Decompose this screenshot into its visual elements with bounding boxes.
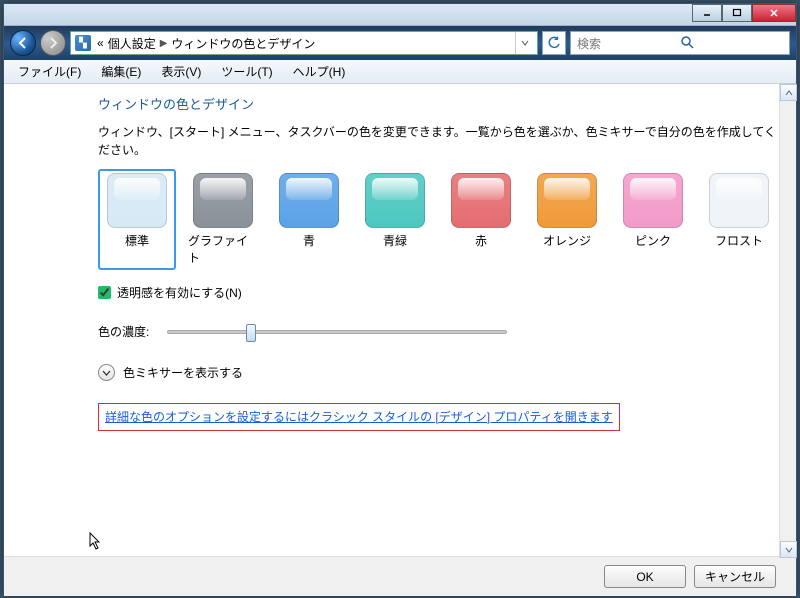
swatch-label: ピンク bbox=[635, 232, 671, 249]
menu-bar: ファイル(F) 編集(E) 表示(V) ツール(T) ヘルプ(H) bbox=[4, 60, 796, 84]
chevron-right-icon: ▶ bbox=[160, 38, 168, 49]
swatch-color-box bbox=[451, 173, 511, 228]
back-button[interactable] bbox=[10, 30, 36, 56]
intensity-label: 色の濃度: bbox=[98, 323, 149, 340]
transparency-checkbox[interactable] bbox=[98, 286, 111, 299]
color-swatch[interactable]: オレンジ bbox=[528, 169, 606, 270]
maximize-button[interactable] bbox=[722, 4, 752, 22]
slider-thumb[interactable] bbox=[246, 324, 256, 342]
search-icon[interactable] bbox=[680, 35, 783, 52]
swatch-label: 標準 bbox=[125, 232, 149, 249]
color-swatch[interactable]: フロスト bbox=[700, 169, 778, 270]
minimize-button[interactable] bbox=[692, 4, 722, 22]
swatch-label: 赤 bbox=[475, 232, 487, 249]
menu-file[interactable]: ファイル(F) bbox=[10, 61, 89, 82]
advanced-link-highlight: 詳細な色のオプションを設定するにはクラシック スタイルの [デザイン] プロパテ… bbox=[98, 403, 620, 431]
search-input[interactable]: 検索 bbox=[570, 31, 790, 55]
vertical-scrollbar[interactable] bbox=[779, 84, 796, 558]
swatch-color-box bbox=[623, 173, 683, 228]
transparency-row: 透明感を有効にする(N) bbox=[98, 284, 782, 301]
color-swatch[interactable]: 青緑 bbox=[356, 169, 434, 270]
swatch-color-box bbox=[365, 173, 425, 228]
scroll-down-button[interactable] bbox=[780, 541, 797, 558]
swatch-label: オレンジ bbox=[543, 232, 591, 249]
swatch-label: 青 bbox=[303, 232, 315, 249]
page-description: ウィンドウ、[スタート] メニュー、タスクバーの色を変更できます。一覧から色を選… bbox=[98, 123, 782, 159]
color-swatch-grid: 標準 グラファイト 青 青緑 赤 オレンジ ピンク フロスト bbox=[98, 169, 782, 270]
control-panel-icon: ▚ bbox=[75, 35, 91, 51]
swatch-color-box bbox=[279, 173, 339, 228]
close-button[interactable] bbox=[752, 4, 796, 22]
scroll-up-button[interactable] bbox=[780, 84, 797, 101]
swatch-label: 青緑 bbox=[383, 232, 407, 249]
advanced-options-link[interactable]: 詳細な色のオプションを設定するにはクラシック スタイルの [デザイン] プロパテ… bbox=[105, 410, 613, 424]
mixer-label: 色ミキサーを表示する bbox=[123, 364, 243, 381]
color-swatch[interactable]: 青 bbox=[270, 169, 348, 270]
ok-button[interactable]: OK bbox=[604, 565, 686, 588]
cancel-button[interactable]: キャンセル bbox=[694, 565, 776, 588]
swatch-color-box bbox=[107, 173, 167, 228]
menu-tools[interactable]: ツール(T) bbox=[213, 61, 280, 82]
menu-view[interactable]: 表示(V) bbox=[153, 61, 209, 82]
dialog-footer: OK キャンセル bbox=[4, 556, 796, 596]
refresh-button[interactable] bbox=[542, 31, 566, 55]
swatch-label: フロスト bbox=[715, 232, 763, 249]
intensity-slider[interactable] bbox=[167, 330, 507, 334]
transparency-label: 透明感を有効にする(N) bbox=[117, 284, 242, 301]
breadcrumb-item[interactable]: ウィンドウの色とデザイン bbox=[171, 35, 315, 52]
breadcrumb: « 個人設定 ▶ ウィンドウの色とデザイン bbox=[97, 35, 315, 52]
search-placeholder: 検索 bbox=[577, 35, 680, 52]
breadcrumb-prefix: « bbox=[97, 36, 104, 50]
scroll-track[interactable] bbox=[780, 101, 796, 541]
intensity-row: 色の濃度: bbox=[98, 323, 782, 340]
color-swatch[interactable]: グラファイト bbox=[184, 169, 262, 270]
menu-help[interactable]: ヘルプ(H) bbox=[285, 61, 354, 82]
window: ▚ « 個人設定 ▶ ウィンドウの色とデザイン 検索 ファイル(F) 編集(E)… bbox=[3, 3, 797, 595]
swatch-color-box bbox=[709, 173, 769, 228]
color-swatch[interactable]: 標準 bbox=[98, 169, 176, 270]
swatch-label: グラファイト bbox=[188, 232, 258, 266]
color-swatch[interactable]: ピンク bbox=[614, 169, 692, 270]
swatch-color-box bbox=[537, 173, 597, 228]
breadcrumb-item[interactable]: 個人設定 bbox=[108, 35, 156, 52]
menu-edit[interactable]: 編集(E) bbox=[93, 61, 149, 82]
swatch-color-box bbox=[193, 173, 253, 228]
chevron-down-icon bbox=[98, 364, 115, 381]
nav-row: ▚ « 個人設定 ▶ ウィンドウの色とデザイン 検索 bbox=[4, 26, 796, 60]
color-swatch[interactable]: 赤 bbox=[442, 169, 520, 270]
address-bar[interactable]: ▚ « 個人設定 ▶ ウィンドウの色とデザイン bbox=[70, 31, 538, 55]
forward-button[interactable] bbox=[40, 30, 66, 56]
page-title: ウィンドウの色とデザイン bbox=[98, 94, 782, 113]
content-area: ウィンドウの色とデザイン ウィンドウ、[スタート] メニュー、タスクバーの色を変… bbox=[4, 84, 796, 556]
address-dropdown[interactable] bbox=[515, 32, 533, 54]
titlebar bbox=[4, 4, 796, 26]
color-mixer-expander[interactable]: 色ミキサーを表示する bbox=[98, 364, 782, 381]
